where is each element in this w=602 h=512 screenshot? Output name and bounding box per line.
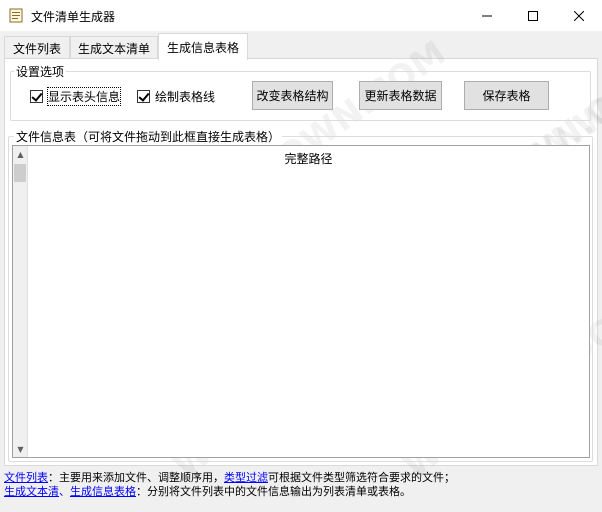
help-text: ：分别将文件列表中的文件信息输出为列表清单或表格。 [136,485,411,498]
tab-label: 生成文本清单 [77,41,150,56]
tab-info-table[interactable]: 生成信息表格 [158,33,248,60]
help-text: ：主要用来添加文件、调整顺序用， [48,471,224,484]
minimize-icon [482,15,492,16]
minimize-button[interactable] [464,0,510,31]
save-table-button[interactable]: 保存表格 [464,81,549,110]
info-table-link[interactable]: 生成信息表格 [70,485,136,498]
draw-grid-label: 绘制表格线 [155,90,216,104]
update-data-button[interactable]: 更新表格数据 [359,81,442,110]
help-line-1: 文件列表：主要用来添加文件、调整顺序用，类型过滤可根据文件类型筛选符合要求的文件… [4,471,455,485]
checkbox-checked-icon [137,90,150,103]
app-icon [9,8,23,23]
help-text: 可根据文件类型筛选符合要求的文件； [268,471,455,484]
window-title: 文件清单生成器 [31,10,116,24]
file-list-link[interactable]: 文件列表 [4,471,48,484]
tab-file-list[interactable]: 文件列表 [4,36,70,59]
scroll-thumb[interactable] [14,164,26,182]
vertical-scrollbar[interactable]: ▲ ▼ [13,146,28,457]
column-header-full-path[interactable]: 完整路径 [28,150,589,167]
tab-label: 文件列表 [12,41,61,56]
show-header-label: 显示表头信息 [46,87,122,106]
title-bar: 文件清单生成器 [0,0,602,31]
close-icon [574,10,584,21]
draw-grid-checkbox[interactable]: 绘制表格线 [137,88,215,105]
file-info-table[interactable]: ▲ ▼ 完整路径 [12,145,590,458]
help-line-2: 生成文本清、生成信息表格：分别将文件列表中的文件信息输出为列表清单或表格。 [4,485,411,499]
text-list-link[interactable]: 生成文本清 [4,485,59,498]
maximize-icon [528,10,538,21]
close-button[interactable] [556,0,602,31]
show-header-checkbox[interactable]: 显示表头信息 [30,87,122,106]
checkbox-checked-icon [30,90,43,103]
tab-text-list[interactable]: 生成文本清单 [70,36,158,59]
change-structure-button[interactable]: 改变表格结构 [252,81,333,110]
info-table-group-label: 文件信息表（可将文件拖动到此框直接生成表格） [14,128,283,145]
settings-group-label: 设置选项 [14,63,67,80]
tab-label: 生成信息表格 [166,40,239,55]
scroll-up-icon[interactable]: ▲ [13,146,28,162]
help-separator: 、 [59,485,70,498]
maximize-button[interactable] [510,0,556,31]
type-filter-link[interactable]: 类型过滤 [224,471,268,484]
scroll-down-icon[interactable]: ▼ [13,441,28,457]
